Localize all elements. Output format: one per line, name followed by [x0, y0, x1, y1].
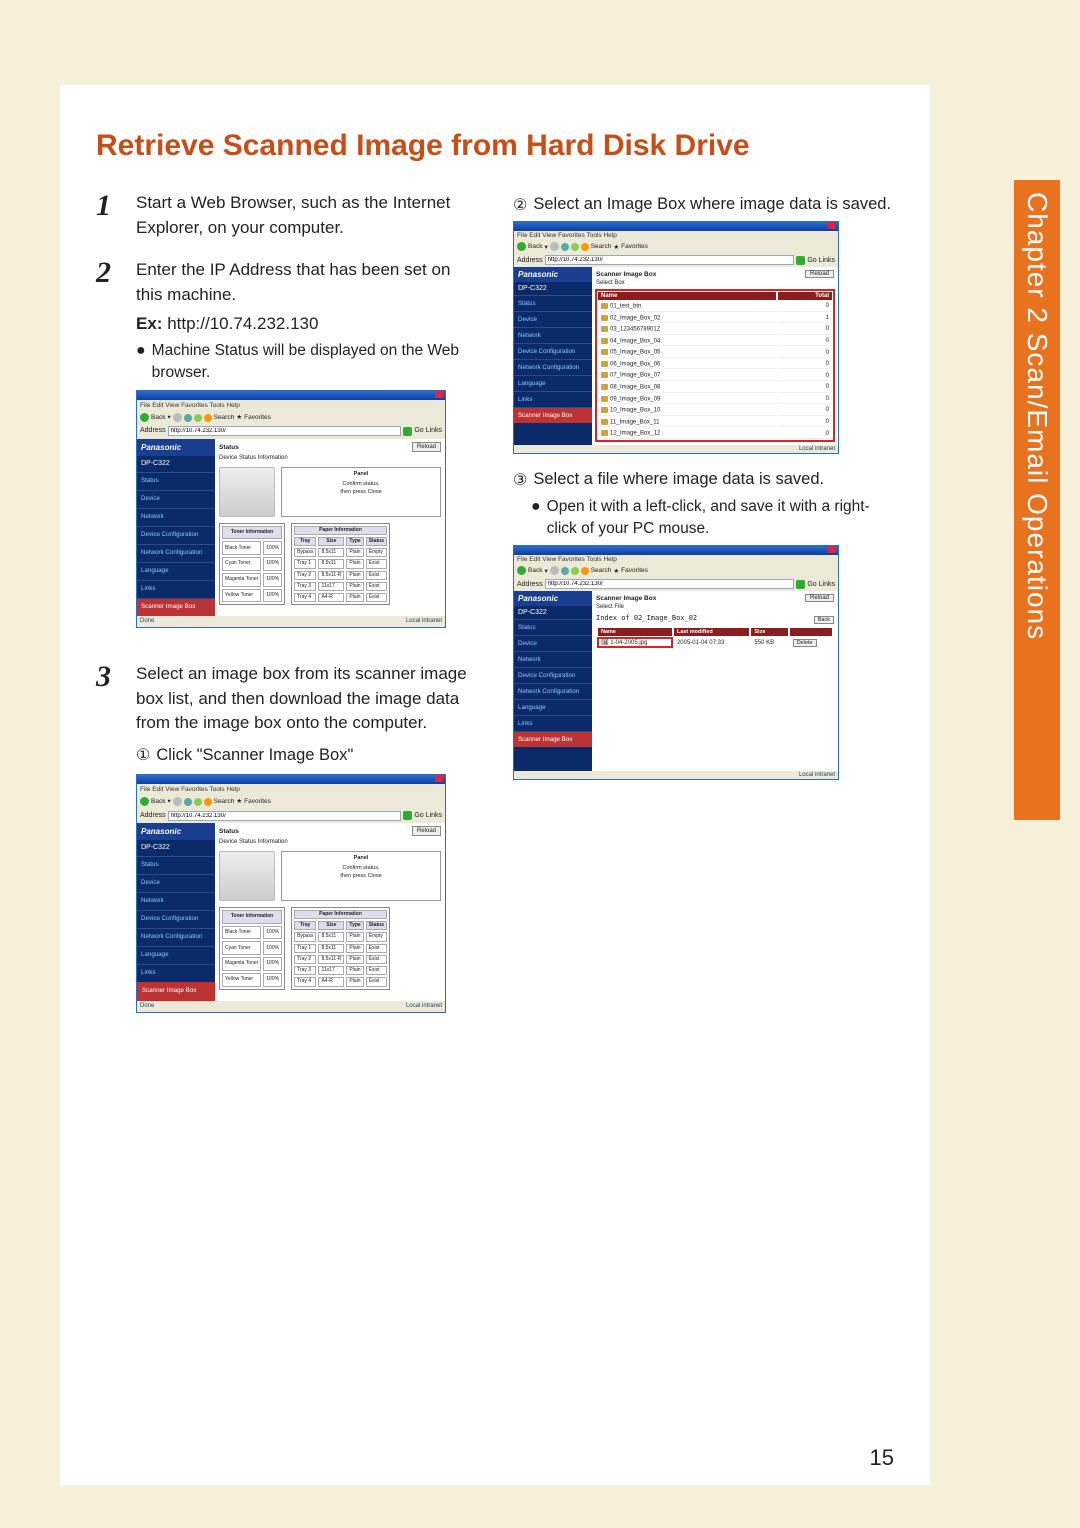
close-icon — [435, 775, 443, 782]
model-label: DP-C322 — [137, 456, 215, 472]
nav-status[interactable]: Status — [137, 472, 215, 490]
paper-table: Paper Information TraySizeTypeStatus Byp… — [291, 523, 390, 606]
image-box-row[interactable]: 08_Image_Box_080 — [598, 383, 832, 393]
nav-network-config[interactable]: Network Configuration — [137, 544, 215, 562]
substep-1-text: Click "Scanner Image Box" — [156, 744, 353, 768]
browser-toolbar: Back ▾ Search ★ Favorites — [137, 411, 445, 424]
image-box-row[interactable]: 02_Image_Box_021 — [598, 314, 832, 324]
address-input[interactable] — [168, 426, 402, 436]
file-row[interactable]: 🖼 1-04-2005.jpg 2005-01-04 07:33 550 KB … — [598, 638, 832, 647]
substep-3-text: Select a file where image data is saved. — [533, 470, 824, 490]
nav-language[interactable]: Language — [137, 562, 215, 580]
image-box-row[interactable]: 10_Image_Box_100 — [598, 406, 832, 416]
status-title: Status — [219, 443, 441, 452]
substep-2-text: Select an Image Box where image data is … — [533, 195, 891, 215]
reload-button[interactable]: Reload — [805, 594, 834, 602]
right-column: ② Select an Image Box where image data i… — [513, 191, 894, 1047]
status-subtitle: Device Status Information — [219, 454, 441, 463]
browser-screenshot-box-list: File Edit View Favorites Tools Help Back… — [513, 221, 839, 454]
reload-button[interactable]: Reload — [412, 442, 441, 453]
nav-scanner-box-highlighted[interactable]: Scanner Image Box — [137, 982, 215, 1001]
stop-icon — [184, 414, 192, 422]
step-2-number: 2 — [96, 258, 122, 644]
chapter-side-tab: Chapter 2 Scan/Email Operations — [1014, 180, 1060, 820]
reload-button[interactable]: Reload — [412, 826, 441, 837]
browser-screenshot-status: File Edit View Favorites Tools Help Back… — [136, 390, 446, 628]
go-icon — [403, 427, 412, 436]
back-icon — [140, 797, 149, 806]
example-label: Ex: — [136, 314, 162, 333]
step-3: 3 Select an image box from its scanner i… — [96, 662, 477, 1029]
image-file-icon: 🖼 — [601, 640, 609, 646]
image-box-row[interactable]: 03_1234567890120 — [598, 325, 832, 335]
page-title: Retrieve Scanned Image from Hard Disk Dr… — [96, 129, 894, 163]
bullet-icon: ● — [136, 340, 146, 383]
address-input[interactable] — [168, 811, 402, 821]
substep-3-bullet: Open it with a left-click, and save it w… — [547, 496, 894, 539]
substep-3-marker: ③ — [513, 470, 527, 490]
address-input[interactable] — [545, 255, 795, 265]
nav-links[interactable]: Links — [137, 580, 215, 598]
page-body: Retrieve Scanned Image from Hard Disk Dr… — [60, 85, 930, 1485]
back-button[interactable]: Back — [814, 616, 834, 624]
nav-device[interactable]: Device — [137, 490, 215, 508]
step-3-text: Select an image box from its scanner ima… — [136, 662, 477, 736]
substep-1-marker: ① — [136, 744, 150, 768]
nav-device-config[interactable]: Device Configuration — [137, 526, 215, 544]
substep-2-marker: ② — [513, 195, 527, 215]
step-1: 1 Start a Web Browser, such as the Inter… — [96, 191, 477, 240]
delete-button[interactable]: Delete — [793, 639, 817, 647]
step-2-text: Enter the IP Address that has been set o… — [136, 258, 477, 307]
brand-logo: Panasonic — [137, 439, 215, 457]
file-table: NameLast modifiedSize 🖼 1-04-2005.jpg 20… — [596, 626, 834, 649]
step-2: 2 Enter the IP Address that has been set… — [96, 258, 477, 644]
step-1-number: 1 — [96, 191, 122, 240]
image-box-row[interactable]: 06_Image_Box_060 — [598, 360, 832, 370]
step-2-bullet: Machine Status will be displayed on the … — [152, 340, 477, 383]
bullet-icon: ● — [531, 496, 541, 539]
step-3-number: 3 — [96, 662, 122, 1029]
image-box-row[interactable]: 05_Image_Box_050 — [598, 348, 832, 358]
forward-icon — [173, 413, 182, 422]
index-heading: Index of 02_Image_Box_02 — [596, 614, 697, 622]
home-icon — [204, 414, 212, 422]
browser-screenshot-file-list: File Edit View Favorites Tools Help Back… — [513, 545, 839, 780]
example-value: http://10.74.232.130 — [167, 314, 318, 333]
image-box-row[interactable]: 04_Image_Box_040 — [598, 337, 832, 347]
back-icon — [140, 413, 149, 422]
refresh-icon — [194, 414, 202, 422]
side-nav: Status Device Network Device Configurati… — [137, 472, 215, 616]
panel-box: Panel Confirm status, then press Close — [281, 467, 441, 517]
close-icon — [435, 391, 443, 398]
browser-menu: File Edit View Favorites Tools Help — [137, 400, 445, 411]
folder-icon — [601, 303, 608, 309]
browser-screenshot-scanner-nav: File Edit View Favorites Tools Help Back… — [136, 774, 446, 1013]
image-box-row[interactable]: 11_Image_Box_110 — [598, 418, 832, 428]
image-box-row[interactable]: 01_test_btn0 — [598, 302, 832, 312]
nav-network[interactable]: Network — [137, 508, 215, 526]
address-label: Address — [140, 426, 166, 436]
nav-scanner-box[interactable]: Scanner Image Box — [137, 598, 215, 616]
address-input[interactable] — [545, 579, 795, 589]
image-box-row[interactable]: 09_Image_Box_090 — [598, 395, 832, 405]
image-box-row[interactable]: 12_Image_Box_120 — [598, 429, 832, 439]
toner-table: Toner Information Black Toner100% Cyan T… — [219, 523, 285, 606]
printer-image — [219, 467, 275, 517]
left-column: 1 Start a Web Browser, such as the Inter… — [96, 191, 477, 1047]
image-box-row[interactable]: 07_Image_Box_070 — [598, 371, 832, 381]
step-1-text: Start a Web Browser, such as the Interne… — [136, 191, 477, 240]
image-box-table: NameTotal 01_test_btn0 02_Image_Box_021 … — [596, 290, 834, 441]
reload-button[interactable]: Reload — [805, 270, 834, 278]
page-number: 15 — [870, 1445, 894, 1471]
